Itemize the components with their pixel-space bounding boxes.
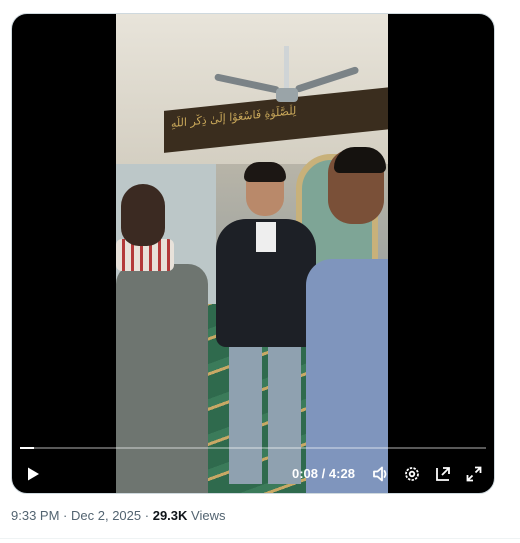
video-progress-bar[interactable] [20, 447, 486, 449]
person-center-jeans [229, 344, 301, 484]
play-button[interactable] [22, 463, 44, 485]
volume-icon [373, 466, 387, 482]
video-frame[interactable]: لِلْصَّلَوٰةِ فَاسْعَوْا إِلَىٰ ذِكْرِ ا… [116, 14, 388, 493]
views-label: Views [191, 508, 226, 523]
post-time: 9:33 PM [11, 508, 60, 523]
person-right-hair [334, 147, 386, 173]
ceiling-fan-hub [276, 88, 298, 102]
volume-button[interactable] [370, 463, 392, 485]
person-right-blazer [306, 259, 388, 493]
post-time-link[interactable]: 9:33 PM · Dec 2, 2025 [11, 508, 145, 523]
duration: 4:28 [328, 466, 355, 481]
ceiling-fan-rod [284, 46, 289, 90]
person-center-shirt [256, 222, 276, 252]
picture-in-picture-button[interactable] [432, 463, 454, 485]
post-date: Dec 2, 2025 [71, 508, 142, 523]
settings-button[interactable] [401, 463, 423, 485]
meta-separator: · [144, 508, 150, 523]
person-left-head [121, 184, 165, 246]
person-left-robe [116, 264, 208, 493]
fullscreen-button[interactable] [463, 463, 485, 485]
gear-icon [405, 467, 419, 481]
divider [0, 538, 520, 539]
views-count: 29.3K [152, 508, 188, 523]
person-center-hair [244, 162, 286, 182]
post-metadata: 9:33 PM · Dec 2, 2025 · 29.3K Views [11, 508, 226, 523]
time-separator: / [321, 466, 326, 481]
pip-icon [436, 467, 450, 481]
play-icon [28, 467, 39, 481]
meta-separator: · [63, 508, 68, 523]
fullscreen-icon [466, 466, 482, 482]
person-right [306, 147, 388, 493]
tweet-video-card[interactable]: لِلْصَّلَوٰةِ فَاسْعَوْا إِلَىٰ ذِكْرِ ا… [11, 13, 495, 494]
current-time: 0:08 [292, 466, 319, 481]
video-timestamp: 0:08 / 4:28 [292, 466, 355, 481]
video-progress-fill [20, 447, 34, 449]
